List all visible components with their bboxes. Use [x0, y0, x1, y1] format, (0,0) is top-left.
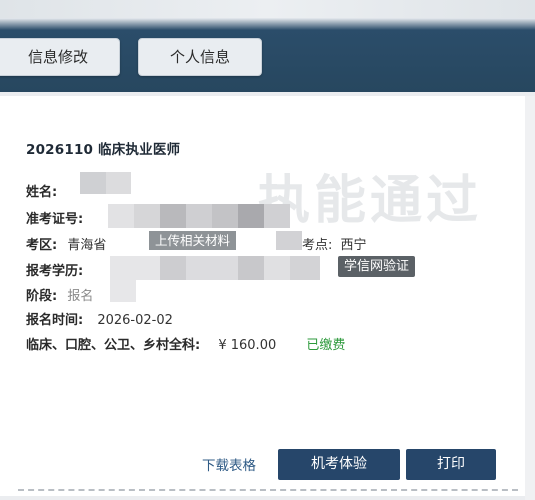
- region-value: 青海省: [67, 238, 107, 253]
- redacted-ticket: [212, 204, 238, 228]
- chsi-verify-button[interactable]: 学信网验证: [338, 256, 416, 277]
- stage-label: 阶段:: [26, 289, 58, 304]
- exam-experience-button[interactable]: 机考体验: [278, 449, 400, 480]
- fee-status: 已缴费: [306, 338, 346, 353]
- redacted-ticket: [186, 204, 212, 228]
- stage-row: 阶段: 报名: [26, 285, 93, 304]
- time-row: 报名时间: 2026-02-02: [26, 309, 173, 328]
- site-value-row: 考点: 西宁: [302, 234, 367, 253]
- name-row: 姓名:: [26, 181, 57, 200]
- time-label: 报名时间:: [26, 313, 84, 328]
- faded-header-strip: [0, 0, 535, 18]
- region-row: 考区: 青海省: [26, 234, 106, 253]
- name-label: 姓名:: [26, 185, 58, 200]
- edit-info-button[interactable]: 信息修改: [0, 38, 120, 76]
- redacted-site-label: [276, 231, 302, 250]
- education-row: 报考学历:: [26, 260, 83, 279]
- redacted-name: [106, 172, 131, 194]
- site-value: 西宁: [340, 238, 367, 253]
- redacted-education: [160, 256, 186, 280]
- redacted-education: [290, 256, 320, 280]
- redacted-ticket: [238, 204, 264, 228]
- time-value: 2026-02-02: [97, 313, 173, 328]
- redacted-ticket: [264, 204, 290, 228]
- education-label: 报考学历:: [26, 264, 84, 279]
- region-label: 考区:: [26, 238, 58, 253]
- fee-label: 临床、口腔、公卫、乡村全科:: [26, 338, 201, 353]
- download-form-link[interactable]: 下载表格: [202, 454, 256, 474]
- exam-title: 2026110 临床执业医师: [26, 142, 181, 158]
- dashed-divider: [18, 489, 518, 491]
- fee-amount: ¥ 160.00: [218, 338, 277, 353]
- ticket-label: 准考证号:: [26, 212, 84, 227]
- redacted-ticket: [134, 204, 160, 228]
- top-nav-bar: 信息修改 个人信息: [0, 0, 535, 92]
- watermark-text: 执能通过: [258, 171, 483, 231]
- redacted-stage: [110, 280, 136, 302]
- upload-materials-tag[interactable]: 上传相关材料: [149, 231, 237, 250]
- stage-value: 报名: [67, 289, 94, 304]
- fee-row: 临床、口腔、公卫、乡村全科: ¥ 160.00 已缴费: [26, 334, 345, 353]
- redacted-name: [80, 172, 106, 194]
- redacted-education: [110, 256, 160, 280]
- redacted-education: [238, 256, 264, 280]
- site-label-partial: 考点:: [302, 238, 333, 253]
- print-button[interactable]: 打印: [406, 449, 496, 480]
- ticket-row: 准考证号:: [26, 208, 83, 227]
- redacted-education: [186, 256, 238, 280]
- redacted-ticket: [108, 204, 134, 228]
- redacted-education: [264, 256, 290, 280]
- card-edge: [525, 96, 535, 500]
- personal-info-button[interactable]: 个人信息: [138, 38, 262, 76]
- redacted-ticket: [160, 204, 186, 228]
